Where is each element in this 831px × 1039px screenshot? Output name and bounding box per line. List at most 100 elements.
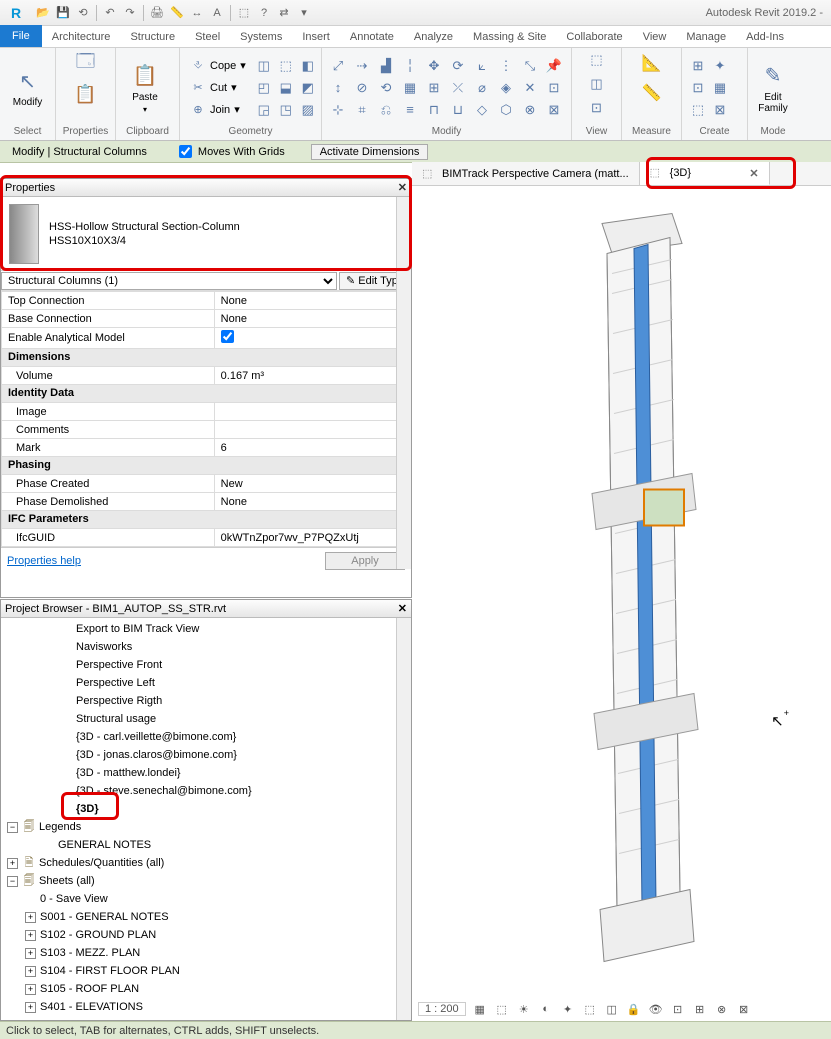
split-icon[interactable]: ╎ [400,56,420,76]
properties-icon[interactable]: 📋 [70,80,102,108]
crop-visible-icon[interactable]: ◫ [604,1001,620,1017]
create-icon[interactable]: ⊠ [710,100,730,120]
tab-steel[interactable]: Steel [185,27,230,47]
doc-tab-bimtrack[interactable]: ⬚ BIMTrack Perspective Camera (matt... [412,162,640,185]
tree-legend-item[interactable]: GENERAL NOTES [1,836,396,854]
analytical-checkbox[interactable] [221,330,234,343]
tree-view-item[interactable]: Perspective Rigth [1,692,396,710]
expand-icon[interactable]: + [25,930,36,941]
worksharing-icon[interactable]: ⊞ [692,1001,708,1017]
sun-path-icon[interactable]: ☀ [516,1001,532,1017]
mirror-icon[interactable]: ▟ [376,56,396,76]
expand-icon[interactable]: + [25,948,36,959]
mod-icon[interactable]: ⊡ [544,78,564,98]
measure-icon[interactable]: 📏 [637,80,667,106]
geom-icon[interactable]: ◧ [298,56,318,76]
pin-icon[interactable]: 📌 [544,56,564,76]
qat-save-icon[interactable]: 💾 [54,4,72,22]
mod-icon[interactable]: ⤫ [448,78,468,98]
view-icon[interactable]: ⬚ [587,50,607,70]
file-tab[interactable]: File [0,25,42,47]
mod-icon[interactable]: ⊗ [520,100,540,120]
tab-collaborate[interactable]: Collaborate [556,27,632,47]
mod-icon[interactable]: ◇ [472,100,492,120]
mod-icon[interactable]: ⊹ [328,100,348,120]
tree-sheet-item[interactable]: +S001 - GENERAL NOTES [1,908,396,926]
prop-value[interactable]: None [214,493,410,511]
create-icon[interactable]: ✦ [710,56,730,76]
3d-model-canvas[interactable] [412,186,831,1021]
geom-icon[interactable]: ◫ [254,56,274,76]
prop-value[interactable] [214,328,410,349]
tree-sheet-item[interactable]: +S401 - ELEVATIONS [1,998,396,1016]
prop-value[interactable] [214,403,410,421]
mod-icon[interactable]: ◈ [496,78,516,98]
activate-dimensions-button[interactable]: Activate Dimensions [311,144,429,160]
lock-icon[interactable]: 🔒 [626,1001,642,1017]
qat-sync-icon[interactable]: ⟲ [74,4,92,22]
geom-icon[interactable]: ⬓ [276,78,296,98]
qat-3d-icon[interactable]: ⬚ [235,4,253,22]
group-label[interactable]: Identity Data [8,387,74,399]
constraints-icon[interactable]: ⊠ [736,1001,752,1017]
cope-button[interactable]: ⎀Cope ▾ [186,56,250,76]
detail-level-icon[interactable]: ▦ [472,1001,488,1017]
type-selector[interactable]: HSS-Hollow Structural Section-Column HSS… [1,197,411,271]
edit-family-button[interactable]: ✎Edit Family [754,53,792,123]
geom-icon[interactable]: ◳ [276,100,296,120]
tree-view-item[interactable]: Structural usage [1,710,396,728]
tree-view-item[interactable]: Export to BIM Track View [1,620,396,638]
tree-view-item[interactable]: {3D - steve.senechal@bimone.com} [1,782,396,800]
tree-sheet-item[interactable]: +S104 - FIRST FLOOR PLAN [1,962,396,980]
tree-sheet-item[interactable]: +S105 - ROOF PLAN [1,980,396,998]
type-prop-icon[interactable]: 🗔 [70,50,102,78]
geom-icon[interactable]: ▨ [298,100,318,120]
mod-icon[interactable]: ≡ [400,100,420,120]
create-icon[interactable]: ⊞ [688,56,708,76]
expand-icon[interactable]: + [25,1002,36,1013]
rotate-icon[interactable]: ⟳ [448,56,468,76]
geom-icon[interactable]: ◩ [298,78,318,98]
tree-sheets[interactable]: −🗐Sheets (all) [1,872,396,890]
paste-button[interactable]: 📋Paste▾ [122,53,168,123]
mod-icon[interactable]: ⬡ [496,100,516,120]
qat-switch-icon[interactable]: ⇄ [275,4,293,22]
tree-view-item[interactable]: Navisworks [1,638,396,656]
join-button[interactable]: ⊕Join ▾ [186,100,250,120]
mod-icon[interactable]: ↕ [328,78,348,98]
cut-button[interactable]: ✂Cut ▾ [186,78,250,98]
expand-icon[interactable]: − [7,822,18,833]
offset-icon[interactable]: ⇢ [352,56,372,76]
crop-icon[interactable]: ⬚ [582,1001,598,1017]
mod-icon[interactable]: ▦ [400,78,420,98]
array-icon[interactable]: ⋮ [496,56,516,76]
scrollbar[interactable] [396,197,411,569]
tab-insert[interactable]: Insert [292,27,340,47]
view-icon[interactable]: ⊡ [587,98,607,118]
tree-view-item[interactable]: {3D} [1,800,396,818]
panel-select-label[interactable]: Select [6,125,49,140]
scale-icon[interactable]: ⤡ [520,56,540,76]
close-icon[interactable]: ✕ [398,181,407,194]
qat-undo-icon[interactable]: ↶ [101,4,119,22]
qat-help-icon[interactable]: ? [255,4,273,22]
properties-help-link[interactable]: Properties help [7,555,81,567]
prop-value[interactable] [214,421,410,439]
mod-icon[interactable]: ⌀ [472,78,492,98]
mod-icon[interactable]: ⊓ [424,100,444,120]
measure-icon[interactable]: 📐 [637,50,667,76]
move-icon[interactable]: ✥ [424,56,444,76]
group-label[interactable]: Phasing [8,459,51,471]
tree-view-item[interactable]: {3D - matthew.londei} [1,764,396,782]
prop-value[interactable]: 6 [214,439,410,457]
project-browser-header[interactable]: Project Browser - BIM1_AUTOP_SS_STR.rvt … [1,600,411,618]
tab-systems[interactable]: Systems [230,27,292,47]
tree-sheet-item[interactable]: +S103 - MEZZ. PLAN [1,944,396,962]
trim-icon[interactable]: ⟀ [472,56,492,76]
scrollbar[interactable] [396,618,411,1020]
moves-with-grids-checkbox[interactable]: Moves With Grids [173,143,291,160]
mod-icon[interactable]: ⎌ [376,100,396,120]
tab-manage[interactable]: Manage [676,27,736,47]
tree-schedules[interactable]: +🗎Schedules/Quantities (all) [1,854,396,872]
qat-open-icon[interactable]: 📂 [34,4,52,22]
